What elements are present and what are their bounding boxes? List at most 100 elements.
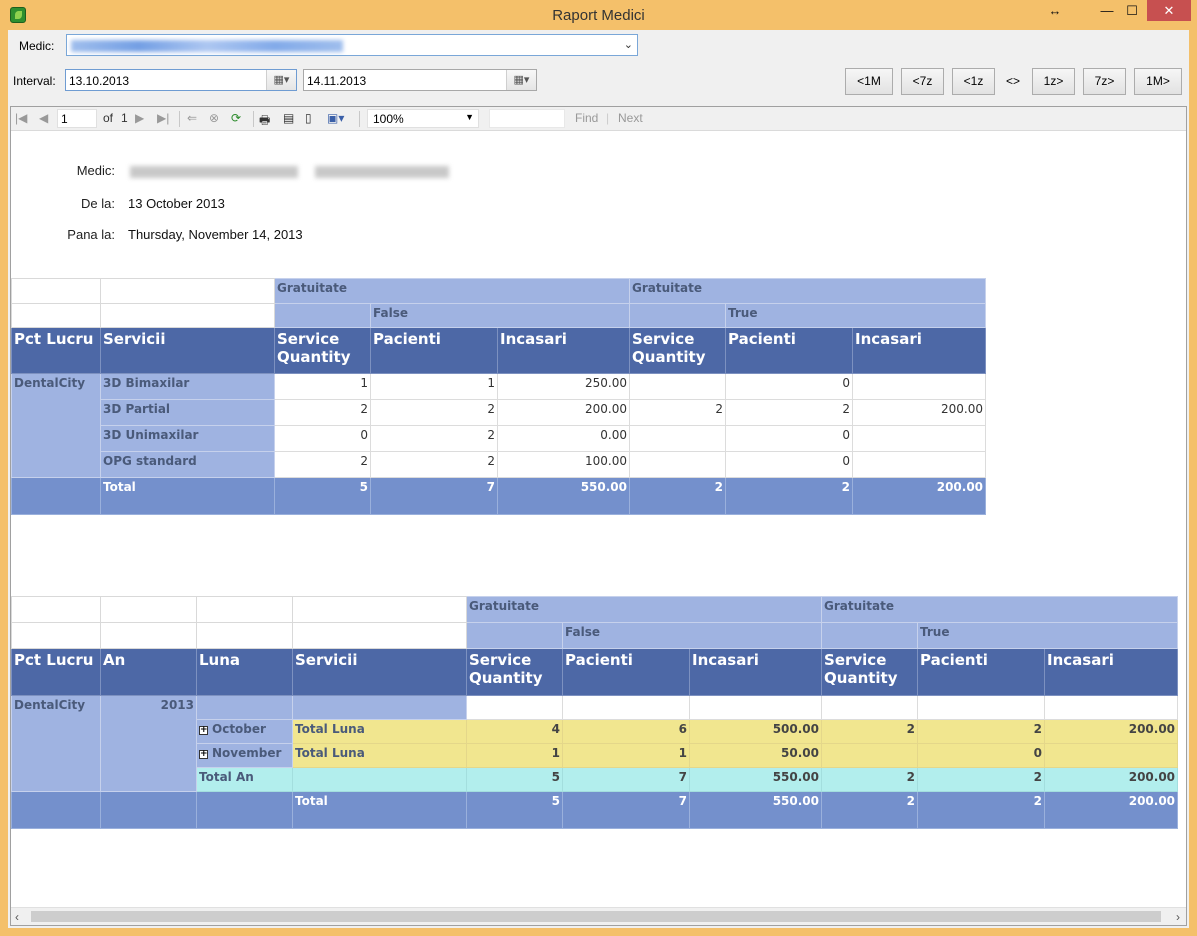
print-layout-icon[interactable]: ▤ — [283, 111, 294, 125]
toolbar-separator — [359, 111, 360, 127]
column-header[interactable]: Incasari — [688, 648, 823, 696]
chevron-down-icon[interactable]: ⌄ — [624, 38, 633, 51]
calendar-icon[interactable]: ▦▾ — [506, 70, 536, 90]
next-page-icon[interactable]: ▶ — [135, 111, 144, 125]
row-header-year[interactable]: 2013 — [100, 695, 197, 792]
find-link[interactable]: Find — [575, 111, 598, 125]
horizontal-scrollbar[interactable]: ‹ › — [11, 907, 1186, 925]
column-header[interactable]: Pct Lucru — [11, 327, 101, 374]
column-header[interactable]: Service Quantity — [629, 327, 727, 374]
last-page-icon[interactable]: ▶| — [157, 111, 169, 125]
column-header[interactable]: Luna — [196, 648, 293, 696]
column-header[interactable]: An — [100, 648, 197, 696]
pivot-table-months: Gratuitate Gratuitate False True Pct Luc… — [11, 596, 1179, 829]
column-header[interactable]: Servicii — [100, 327, 275, 374]
print-icon[interactable]: 🖶 — [259, 111, 270, 132]
column-header[interactable]: Pct Lucru — [11, 648, 101, 696]
next-day-button[interactable]: 1z> — [1032, 68, 1075, 95]
refresh-icon[interactable]: ⟳ — [231, 111, 241, 125]
empty-cell — [100, 278, 275, 304]
table-cell: 2 — [370, 425, 498, 452]
column-header[interactable]: Pacienti — [562, 648, 690, 696]
prev-day-button[interactable]: <1z — [952, 68, 995, 95]
grand-total-label: Total — [292, 791, 467, 829]
toolbar-separator — [179, 111, 180, 127]
row-header-service[interactable]: OPG standard — [100, 451, 275, 478]
export-icon[interactable]: ▣▾ — [327, 111, 344, 125]
table-cell: 250.00 — [496, 373, 631, 400]
column-header[interactable]: Service Quantity — [274, 327, 371, 374]
report-viewer: |◀ ◀ 1 of 1 ▶ ▶| ⇐ ⊗ ⟳ 🖶 ▤ ▯ ▣▾ 100% ▼ F… — [10, 106, 1187, 926]
report-to-label: Pana la: — [67, 227, 115, 242]
of-label: of — [103, 111, 114, 125]
title-bar: Raport Medici ↔ — ☐ ✕ — [0, 0, 1197, 30]
scroll-left-icon[interactable]: ‹ — [15, 910, 19, 924]
table-cell: 2 — [821, 767, 919, 792]
window-client-area: Medic: ⌄ Interval: 13.10.2013 ▦▾ 14.11.2… — [8, 30, 1189, 928]
page-setup-icon[interactable]: ▯ — [305, 111, 312, 125]
column-header[interactable]: Pacienti — [917, 648, 1046, 696]
expand-plus-icon[interactable]: + — [199, 750, 208, 759]
column-header[interactable]: Incasari — [1044, 648, 1179, 696]
window-title: Raport Medici — [552, 7, 645, 24]
date-from-value[interactable]: 13.10.2013 — [69, 74, 129, 88]
close-button[interactable]: ✕ — [1147, 0, 1191, 21]
scrollbar-thumb[interactable] — [31, 911, 1161, 922]
row-header-month[interactable]: + November — [196, 743, 293, 768]
column-header[interactable]: Incasari — [496, 327, 631, 374]
medic-label: Medic: — [19, 39, 55, 53]
row-header-location[interactable]: DentalCity — [11, 695, 101, 792]
column-header[interactable]: Pacienti — [725, 327, 854, 374]
next-link[interactable]: Next — [618, 111, 643, 125]
next-month-button[interactable]: 1M> — [1134, 68, 1182, 95]
empty-cell — [821, 622, 919, 649]
column-header[interactable]: Service Quantity — [466, 648, 563, 696]
row-header-service[interactable]: 3D Bimaxilar — [100, 373, 275, 400]
row-header-location[interactable]: DentalCity — [11, 373, 101, 478]
chevron-down-icon[interactable]: ▼ — [465, 112, 474, 122]
expand-plus-icon[interactable]: + — [199, 726, 208, 735]
empty-cell — [196, 695, 293, 720]
resize-arrows-icon[interactable]: ↔ — [1044, 0, 1066, 22]
row-header-month[interactable]: + October — [196, 719, 293, 744]
scroll-right-icon[interactable]: › — [1176, 910, 1180, 924]
table-cell: 0 — [725, 425, 854, 452]
date-to-picker[interactable]: 14.11.2013 ▦▾ — [303, 69, 537, 91]
next-week-button[interactable]: 7z> — [1083, 68, 1126, 95]
prev-week-button[interactable]: <7z — [901, 68, 944, 95]
empty-cell — [11, 303, 101, 328]
current-period-button[interactable]: <> — [1006, 74, 1020, 88]
empty-cell — [11, 596, 101, 623]
row-header-service[interactable]: 3D Unimaxilar — [100, 425, 275, 452]
column-header[interactable]: Servicii — [292, 648, 467, 696]
first-page-icon[interactable]: |◀ — [15, 111, 27, 125]
total-cell: 5 — [466, 791, 563, 829]
column-header[interactable]: Service Quantity — [821, 648, 919, 696]
prev-page-icon[interactable]: ◀ — [39, 111, 48, 125]
stop-icon[interactable]: ⊗ — [209, 111, 219, 125]
column-header[interactable]: Pacienti — [370, 327, 498, 374]
back-icon[interactable]: ⇐ — [187, 111, 197, 125]
group-header-false: False — [561, 622, 823, 649]
medic-selected-value-redacted — [71, 40, 343, 52]
zoom-select[interactable]: 100% ▼ — [367, 109, 479, 128]
group-header-true: True — [917, 622, 1179, 649]
report-medic-label: Medic: — [76, 163, 115, 178]
row-header-service[interactable]: 3D Partial — [100, 399, 275, 426]
date-to-value[interactable]: 14.11.2013 — [307, 74, 366, 88]
empty-cell — [196, 622, 293, 649]
medic-select[interactable]: ⌄ — [66, 34, 638, 56]
empty-cell — [196, 596, 293, 623]
table-cell — [821, 743, 919, 768]
column-header[interactable]: Incasari — [852, 327, 987, 374]
find-input[interactable] — [489, 109, 565, 128]
minimize-button[interactable]: — — [1098, 0, 1116, 22]
table-cell: 1 — [562, 743, 690, 768]
maximize-button[interactable]: ☐ — [1123, 0, 1141, 22]
calendar-icon[interactable]: ▦▾ — [266, 70, 296, 90]
prev-month-button[interactable]: <1M — [845, 68, 893, 95]
page-number-input[interactable]: 1 — [57, 109, 97, 128]
date-from-picker[interactable]: 13.10.2013 ▦▾ — [65, 69, 297, 91]
empty-cell — [821, 695, 919, 720]
month-label: October — [212, 722, 266, 736]
